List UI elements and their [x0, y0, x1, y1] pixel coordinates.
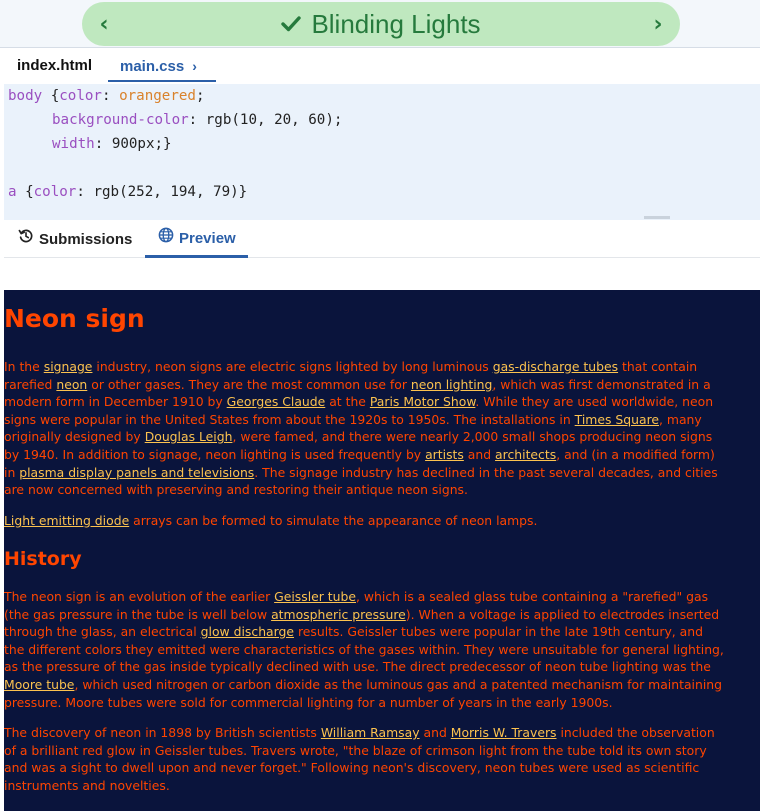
paragraph-text: , which used nitrogen or carbon dioxide … — [4, 676, 722, 710]
link-times-square[interactable]: Times Square — [575, 412, 659, 427]
code-property: color — [59, 88, 102, 104]
code-colon: : — [94, 136, 112, 152]
code-value: rgb(10, 20, 60); — [205, 112, 343, 128]
code-brace: { — [16, 184, 34, 200]
tab-preview-label: Preview — [179, 229, 236, 247]
link-morris-travers[interactable]: Morris W. Travers — [451, 725, 557, 740]
globe-icon — [158, 220, 174, 258]
exercise-banner: ‹ Blinding Lights › — [82, 2, 680, 46]
code-selector: body — [8, 88, 43, 104]
paragraph-text: industry, neon signs are electric signs … — [92, 359, 493, 374]
paragraph-text: In the — [4, 359, 44, 374]
code-editor[interactable]: body {color: orangered; background-color… — [4, 84, 760, 220]
link-william-ramsay[interactable]: William Ramsay — [321, 725, 420, 740]
paragraph-text: The neon sign is an evolution of the ear… — [4, 589, 275, 604]
tab-main-css-label: main.css — [120, 58, 185, 75]
code-value: 900px;} — [111, 136, 172, 152]
section-heading-history: History — [4, 548, 82, 570]
tab-main-css[interactable]: main.css › — [108, 48, 216, 82]
paragraph-led: Light emitting diode arrays can be forme… — [4, 512, 724, 530]
link-artists[interactable]: artists — [425, 447, 464, 462]
link-georges-claude[interactable]: Georges Claude — [227, 394, 326, 409]
link-douglas-leigh[interactable]: Douglas Leigh — [145, 429, 233, 444]
paragraph-text: or other gases. They are the most common… — [87, 376, 411, 392]
code-selector: a — [8, 184, 17, 200]
link-neon[interactable]: neon — [56, 377, 87, 392]
paragraph-text: at the — [325, 394, 370, 410]
code-colon: : — [101, 88, 120, 104]
link-signage[interactable]: signage — [44, 359, 93, 374]
banner-title-group: Blinding Lights — [82, 2, 680, 46]
link-gas-discharge-tubes[interactable]: gas-discharge tubes — [493, 359, 618, 374]
output-tabs: Submissions Preview — [4, 222, 760, 258]
next-exercise-button[interactable]: › — [638, 2, 678, 46]
link-glow-discharge[interactable]: glow discharge — [201, 624, 294, 639]
code-colon: : — [188, 112, 206, 128]
code-brace: { — [42, 88, 60, 104]
link-plasma-display[interactable]: plasma display panels and televisions — [19, 465, 254, 480]
preview-pane: Neon sign In the signage industry, neon … — [4, 290, 760, 811]
paragraph-history-2: The discovery of neon in 1898 by British… — [4, 724, 724, 794]
code-property: width — [52, 136, 95, 152]
link-light-emitting-diode[interactable]: Light emitting diode — [4, 513, 129, 528]
code-colon: : — [76, 184, 94, 200]
link-architects[interactable]: architects — [495, 447, 556, 462]
link-atmospheric-pressure[interactable]: atmospheric pressure — [271, 607, 406, 622]
link-neon-lighting[interactable]: neon lighting — [411, 377, 492, 392]
paragraph-text: and — [463, 446, 496, 462]
paragraph-history-1: The neon sign is an evolution of the ear… — [4, 588, 724, 711]
tab-index-html[interactable]: index.html — [17, 48, 92, 82]
link-moore-tube[interactable]: Moore tube — [4, 677, 74, 692]
editor-scrollbar-thumb[interactable] — [644, 216, 670, 219]
check-icon — [281, 15, 302, 33]
code-line-3: width: 900px;} — [52, 136, 172, 160]
code-property: background-color — [52, 112, 189, 128]
chevron-right-icon: › — [192, 58, 197, 74]
paragraph-text: and — [419, 725, 451, 740]
tab-preview[interactable]: Preview — [145, 222, 248, 258]
tab-submissions[interactable]: Submissions — [18, 222, 132, 258]
code-line-5: a {color: rgb(252, 194, 79)} — [8, 184, 247, 208]
link-paris-motor-show[interactable]: Paris Motor Show — [370, 394, 475, 409]
file-tabs: index.html main.css › — [4, 48, 760, 82]
code-line-1: body {color: orangered; — [8, 88, 205, 112]
code-semicolon: ; — [195, 88, 205, 104]
paragraph-text: arrays can be formed to simulate the app… — [129, 513, 538, 528]
link-geissler-tube[interactable]: Geissler tube — [274, 589, 356, 604]
code-line-2: background-color: rgb(10, 20, 60); — [52, 112, 342, 136]
top-bar: ‹ Blinding Lights › — [0, 0, 760, 48]
exercise-title: Blinding Lights — [311, 8, 481, 39]
paragraph-intro: In the signage industry, neon signs are … — [4, 358, 724, 499]
history-icon — [18, 221, 34, 259]
code-property: color — [33, 184, 77, 200]
code-value: orangered — [119, 88, 196, 104]
page-heading: Neon sign — [4, 304, 145, 333]
code-value: rgb(252, 194, 79)} — [93, 184, 248, 200]
paragraph-text: The discovery of neon in 1898 by British… — [4, 725, 321, 740]
tab-submissions-label: Submissions — [39, 231, 133, 248]
